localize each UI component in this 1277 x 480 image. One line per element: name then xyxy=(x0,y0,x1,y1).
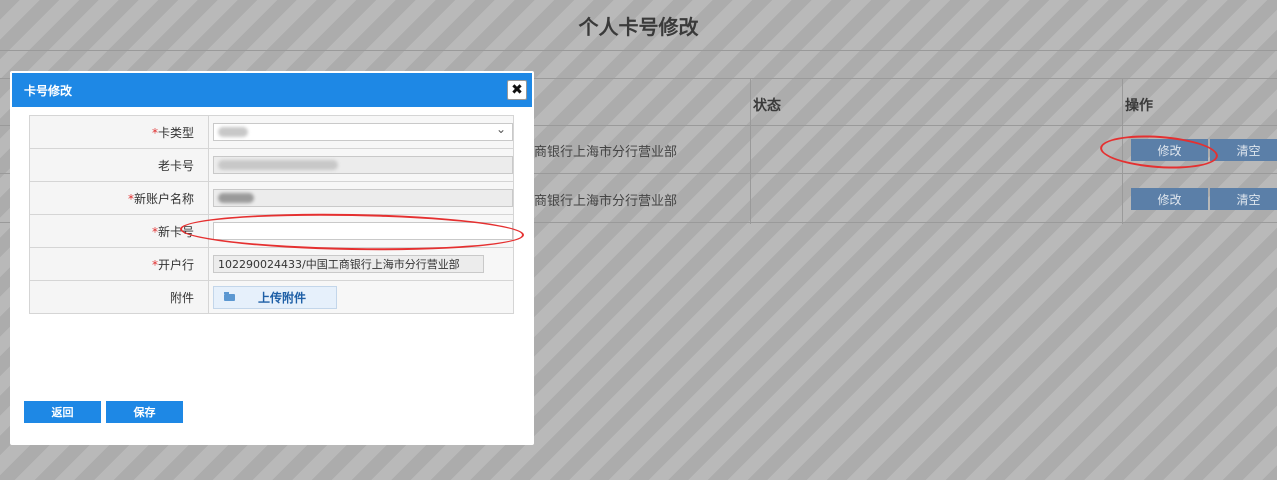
new-account-name-field[interactable] xyxy=(213,189,513,207)
form-row-new-card: *新卡号 xyxy=(29,214,514,248)
bank-cell: 商银行上海市分行营业部 xyxy=(534,145,678,160)
upload-attachment-button[interactable]: 上传附件 xyxy=(213,285,337,309)
new-card-label-text: 新卡号 xyxy=(157,224,194,239)
new-card-input[interactable] xyxy=(213,222,513,240)
edit-button[interactable]: 修改 xyxy=(1131,188,1208,210)
redacted-value xyxy=(218,127,248,137)
form-row-attachment: 附件 上传附件 xyxy=(29,280,514,314)
header-action: 操作 xyxy=(1125,98,1153,114)
redacted-value xyxy=(218,160,338,170)
save-button[interactable]: 保存 xyxy=(106,401,183,423)
new-account-name-label: *新账户名称 xyxy=(29,181,209,215)
upload-label: 上传附件 xyxy=(258,290,307,305)
old-card-label: 老卡号 xyxy=(29,148,209,182)
new-card-cell xyxy=(208,214,514,248)
bank-label-text: 开户行 xyxy=(157,257,194,272)
form-row-new-account-name: *新账户名称 xyxy=(29,181,514,215)
bank-cell: 102290024433/中国工商银行上海市分行营业部 xyxy=(208,247,514,281)
redacted-value xyxy=(218,193,254,203)
old-card-field xyxy=(213,156,513,174)
back-button[interactable]: 返回 xyxy=(24,401,101,423)
new-account-name-cell xyxy=(208,181,514,215)
old-card-cell xyxy=(208,148,514,182)
card-type-label-text: 卡类型 xyxy=(157,125,194,140)
bank-cell: 商银行上海市分行营业部 xyxy=(534,194,678,209)
card-edit-dialog: 卡号修改 ✖ *卡类型 老卡号 *新账户名称 xyxy=(10,71,534,445)
clear-button[interactable]: 清空 xyxy=(1210,139,1277,161)
form-row-card-type: *卡类型 xyxy=(29,115,514,149)
dialog-title: 卡号修改 xyxy=(24,83,73,98)
card-type-label: *卡类型 xyxy=(29,115,209,149)
page-title: 个人卡号修改 xyxy=(0,0,1277,51)
attachment-label: 附件 xyxy=(29,280,209,314)
new-account-name-label-text: 新账户名称 xyxy=(133,191,194,206)
edit-button[interactable]: 修改 xyxy=(1131,139,1208,161)
attachment-cell: 上传附件 xyxy=(208,280,514,314)
header-status: 状态 xyxy=(753,98,781,114)
bank-label: *开户行 xyxy=(29,247,209,281)
card-type-cell xyxy=(208,115,514,149)
dialog-header: 卡号修改 ✖ xyxy=(12,73,532,107)
clear-button[interactable]: 清空 xyxy=(1210,188,1277,210)
edit-form: *卡类型 老卡号 *新账户名称 *新卡号 xyxy=(29,115,514,314)
form-row-bank: *开户行 102290024433/中国工商银行上海市分行营业部 xyxy=(29,247,514,281)
bank-field: 102290024433/中国工商银行上海市分行营业部 xyxy=(213,255,484,273)
card-type-select[interactable] xyxy=(213,122,513,141)
close-icon[interactable]: ✖ xyxy=(507,80,527,100)
form-row-old-card: 老卡号 xyxy=(29,148,514,182)
folder-icon xyxy=(224,291,235,301)
new-card-label: *新卡号 xyxy=(29,214,209,248)
